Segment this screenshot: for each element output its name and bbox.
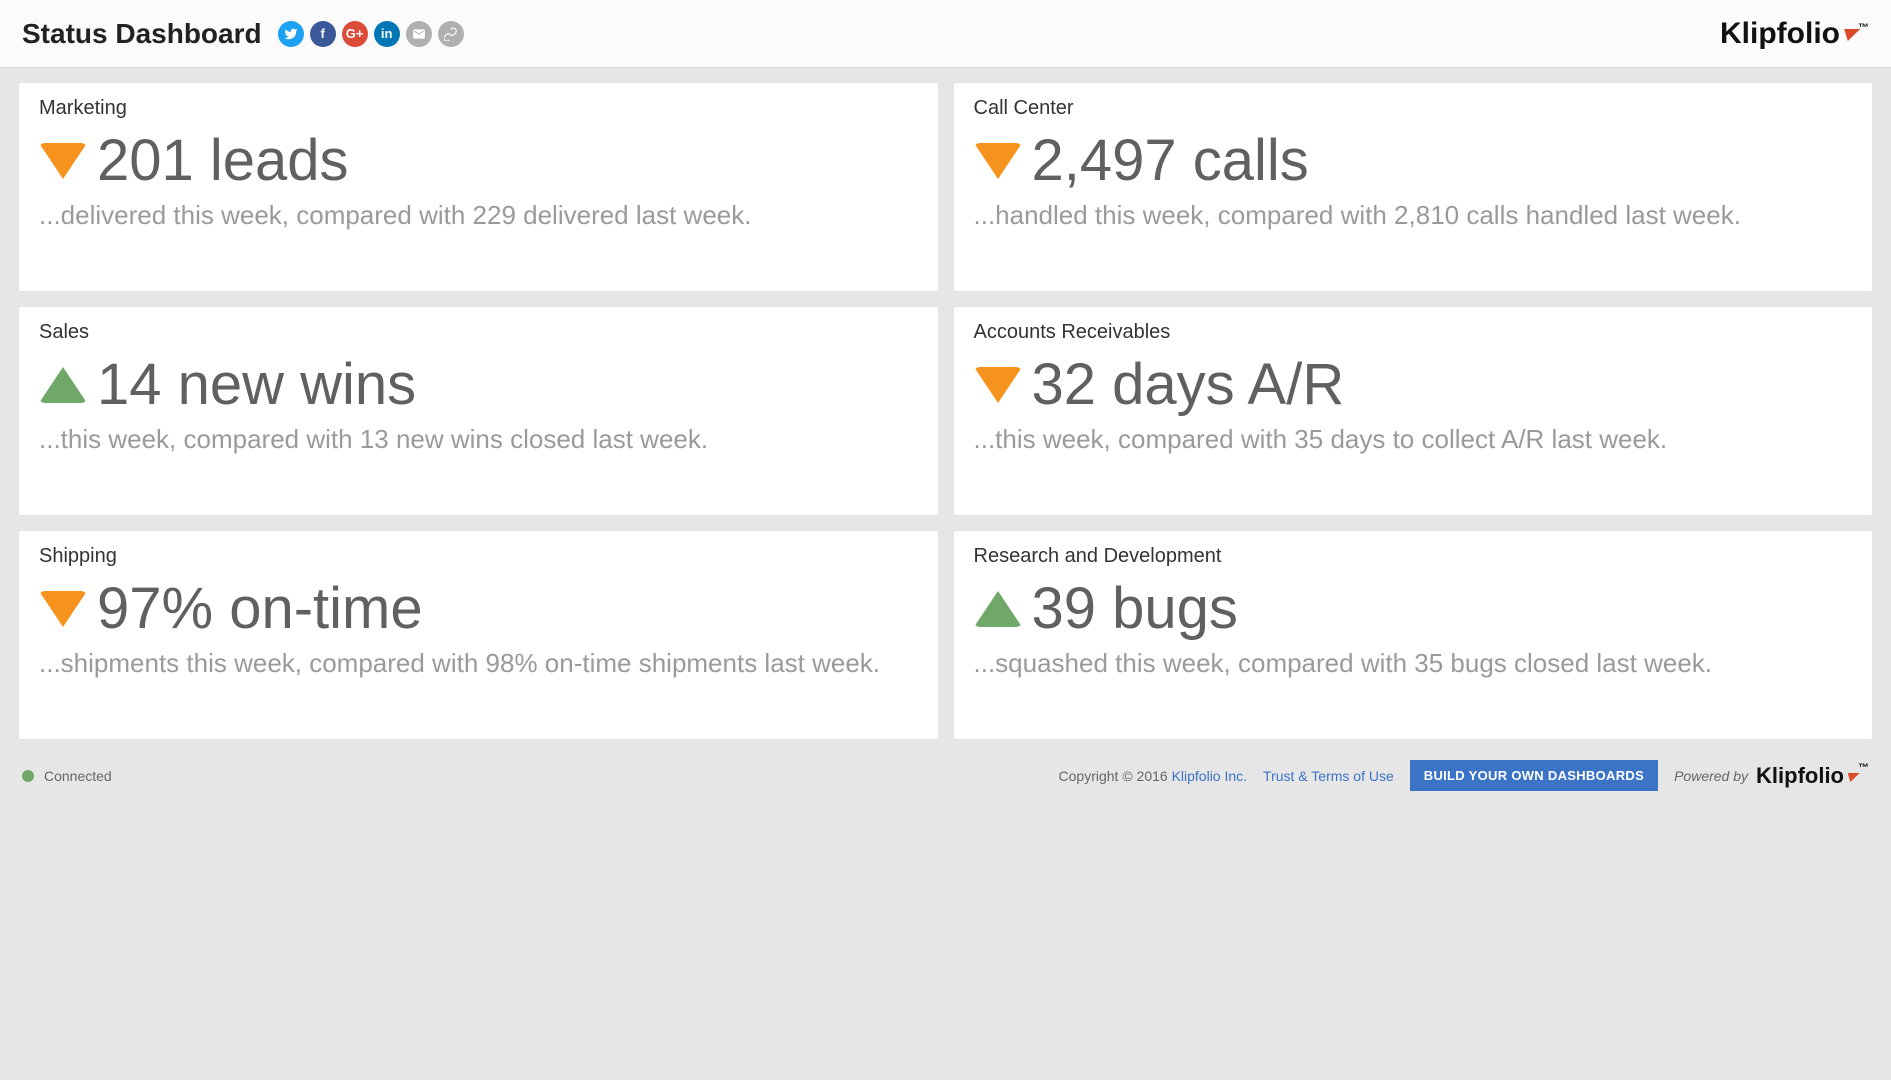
status-dot-icon	[22, 770, 34, 782]
linkedin-icon[interactable]: in	[374, 21, 400, 47]
card-title: Accounts Receivables	[974, 321, 1853, 344]
page-title: Status Dashboard	[22, 18, 262, 50]
card-title: Marketing	[39, 97, 918, 120]
arrow-down-icon	[974, 143, 1022, 179]
trademark-icon: ™	[1858, 762, 1869, 774]
metric-row: 2,497 calls	[974, 132, 1853, 190]
card-title: Call Center	[974, 97, 1853, 120]
card-title: Research and Development	[974, 545, 1853, 568]
metric-subtext: ...delivered this week, compared with 22…	[39, 198, 918, 233]
arrow-up-icon	[39, 367, 87, 403]
card-sales: Sales 14 new wins ...this week, compared…	[18, 306, 939, 516]
arrow-down-icon	[974, 367, 1022, 403]
powered-text: Powered by	[1674, 768, 1748, 784]
metric-row: 32 days A/R	[974, 356, 1853, 414]
metric-value: 14 new wins	[97, 356, 416, 414]
metric-subtext: ...this week, compared with 13 new wins …	[39, 422, 918, 457]
copyright-text: Copyright © 2016 Klipfolio Inc.	[1059, 768, 1248, 784]
brand-text: Klipfolio	[1720, 17, 1840, 51]
trademark-icon: ™	[1858, 22, 1869, 34]
arrow-down-icon	[39, 143, 87, 179]
google-plus-icon[interactable]: G+	[342, 21, 368, 47]
brand-text: Klipfolio	[1756, 763, 1844, 789]
card-title: Shipping	[39, 545, 918, 568]
status-text: Connected	[44, 768, 112, 784]
card-call-center: Call Center 2,497 calls ...handled this …	[953, 82, 1874, 292]
powered-by: Powered by Klipfolio ™	[1674, 763, 1869, 789]
email-icon[interactable]	[406, 21, 432, 47]
metric-row: 97% on-time	[39, 580, 918, 638]
dashboard-grid: Marketing 201 leads ...delivered this we…	[0, 68, 1891, 750]
card-shipping: Shipping 97% on-time ...shipments this w…	[18, 530, 939, 740]
metric-subtext: ...handled this week, compared with 2,81…	[974, 198, 1853, 233]
twitter-icon[interactable]	[278, 21, 304, 47]
link-icon[interactable]	[438, 21, 464, 47]
metric-value: 97% on-time	[97, 580, 423, 638]
card-accounts-receivables: Accounts Receivables 32 days A/R ...this…	[953, 306, 1874, 516]
metric-subtext: ...squashed this week, compared with 35 …	[974, 646, 1853, 681]
footer: Connected Copyright © 2016 Klipfolio Inc…	[0, 750, 1891, 807]
share-icons: f G+ in	[278, 21, 464, 47]
card-title: Sales	[39, 321, 918, 344]
metric-row: 201 leads	[39, 132, 918, 190]
footer-right: Copyright © 2016 Klipfolio Inc. Trust & …	[1059, 760, 1869, 791]
card-marketing: Marketing 201 leads ...delivered this we…	[18, 82, 939, 292]
metric-value: 32 days A/R	[1032, 356, 1345, 414]
metric-value: 39 bugs	[1032, 580, 1238, 638]
metric-row: 39 bugs	[974, 580, 1853, 638]
metric-subtext: ...this week, compared with 35 days to c…	[974, 422, 1853, 457]
metric-value: 201 leads	[97, 132, 349, 190]
metric-value: 2,497 calls	[1032, 132, 1309, 190]
company-link[interactable]: Klipfolio Inc.	[1172, 768, 1247, 784]
metric-subtext: ...shipments this week, compared with 98…	[39, 646, 918, 681]
terms-link[interactable]: Trust & Terms of Use	[1263, 768, 1394, 784]
footer-left: Connected	[22, 768, 112, 784]
facebook-icon[interactable]: f	[310, 21, 336, 47]
metric-row: 14 new wins	[39, 356, 918, 414]
arrow-down-icon	[39, 591, 87, 627]
card-research-development: Research and Development 39 bugs ...squa…	[953, 530, 1874, 740]
arrow-up-icon	[974, 591, 1022, 627]
copyright-prefix: Copyright © 2016	[1059, 768, 1172, 784]
header-left: Status Dashboard f G+ in	[22, 18, 464, 50]
build-dashboards-button[interactable]: BUILD YOUR OWN DASHBOARDS	[1410, 760, 1658, 791]
footer-brand-logo: Klipfolio ™	[1756, 763, 1869, 789]
header: Status Dashboard f G+ in Klipfolio ™	[0, 0, 1891, 68]
brand-tick-icon	[1844, 773, 1859, 782]
brand-logo: Klipfolio ™	[1720, 17, 1869, 51]
